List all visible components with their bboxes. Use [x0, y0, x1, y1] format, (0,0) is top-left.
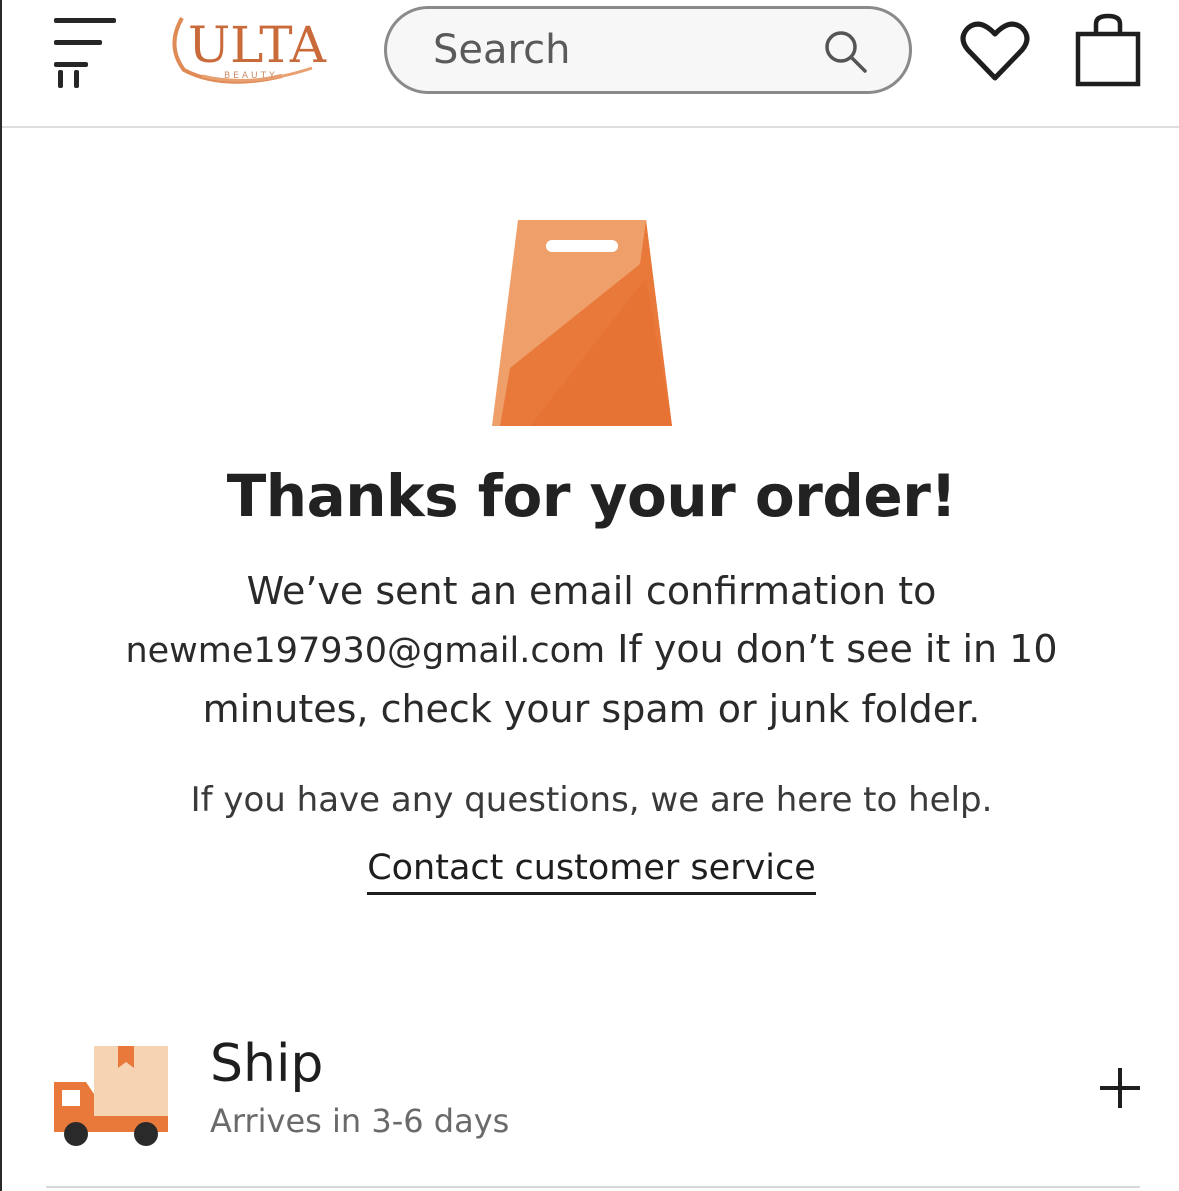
shipping-section[interactable]: Ship Arrives in 3-6 days — [42, 1020, 1152, 1170]
shopping-bag-icon — [492, 220, 672, 426]
ship-arrival-text: Arrives in 3-6 days — [210, 1102, 510, 1140]
heart-icon[interactable] — [960, 20, 1030, 82]
contact-customer-service-link[interactable]: Contact customer service — [367, 848, 816, 895]
ulta-logo[interactable]: ULTA BEAUTY — [162, 6, 352, 86]
logo-text: ULTA — [188, 16, 327, 74]
ship-title: Ship — [210, 1034, 324, 1094]
email-address: newme197930@gmail.com — [125, 631, 606, 671]
shopping-bag-icon[interactable] — [1070, 12, 1146, 88]
confirmation-message: We’ve sent an email confirmation to newm… — [62, 562, 1121, 738]
truck-icon — [54, 1046, 168, 1146]
menu-button[interactable] — [54, 14, 120, 88]
message-line-1: We’ve sent an email confirmation to — [246, 569, 937, 613]
help-text: If you have any questions, we are here t… — [190, 780, 993, 820]
confirmation-title: Thanks for your order! — [226, 462, 957, 530]
message-line-2-text: If you don’t see it in 10 — [617, 627, 1058, 671]
search-bar[interactable] — [384, 6, 912, 94]
plus-icon[interactable] — [1090, 1058, 1150, 1118]
message-line-2: newme197930@gmail.com If you don’t see i… — [62, 620, 1121, 680]
search-icon[interactable] — [821, 27, 869, 75]
divider — [46, 1186, 1140, 1188]
logo-mark: ULTA BEAUTY — [172, 16, 327, 84]
search-input[interactable] — [431, 19, 815, 81]
order-confirmation-page: ULTA BEAUTY Thanks for your order! We’ve — [0, 0, 1179, 1191]
logo-subtext: BEAUTY — [224, 71, 278, 81]
top-header: ULTA BEAUTY — [2, 0, 1179, 128]
message-line-3: minutes, check your spam or junk folder. — [202, 687, 981, 731]
contact-wrapper: Contact customer service — [2, 848, 1179, 895]
